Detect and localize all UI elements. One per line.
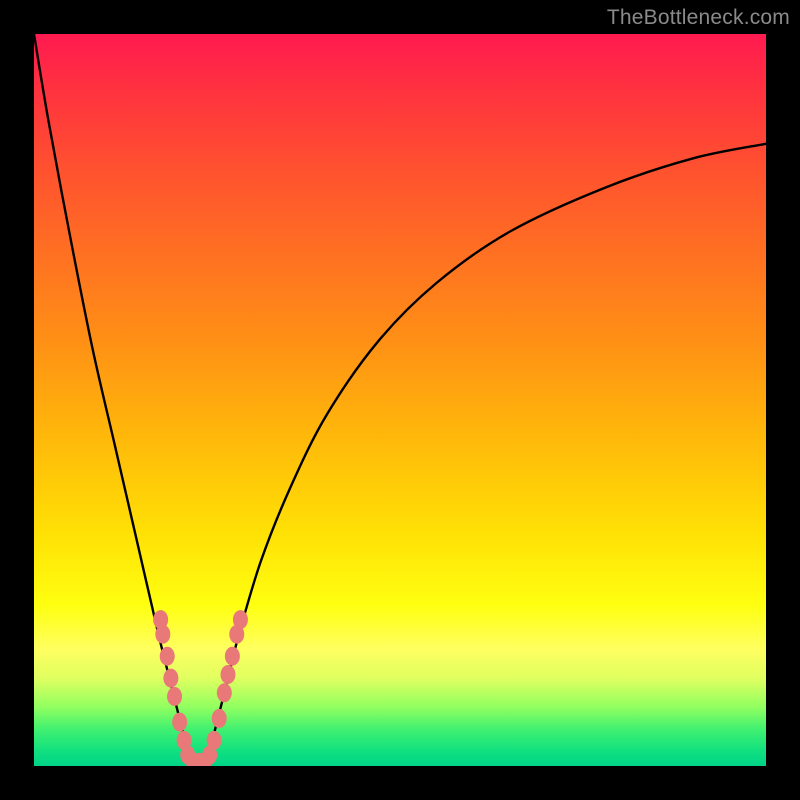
data-marker bbox=[207, 731, 222, 750]
curve-right-branch bbox=[205, 144, 766, 763]
curve-group bbox=[34, 34, 766, 762]
data-marker bbox=[217, 683, 232, 702]
data-marker bbox=[220, 665, 235, 684]
chart-frame: TheBottleneck.com bbox=[0, 0, 800, 800]
data-marker bbox=[155, 625, 170, 644]
marker-group bbox=[153, 610, 248, 766]
plot-area bbox=[34, 34, 766, 766]
data-marker bbox=[172, 713, 187, 732]
data-marker bbox=[212, 709, 227, 728]
data-marker bbox=[225, 647, 240, 666]
data-marker bbox=[160, 647, 175, 666]
data-marker bbox=[233, 610, 248, 629]
watermark-label: TheBottleneck.com bbox=[607, 6, 790, 30]
data-marker bbox=[167, 687, 182, 706]
data-marker bbox=[163, 669, 178, 688]
chart-svg bbox=[34, 34, 766, 766]
